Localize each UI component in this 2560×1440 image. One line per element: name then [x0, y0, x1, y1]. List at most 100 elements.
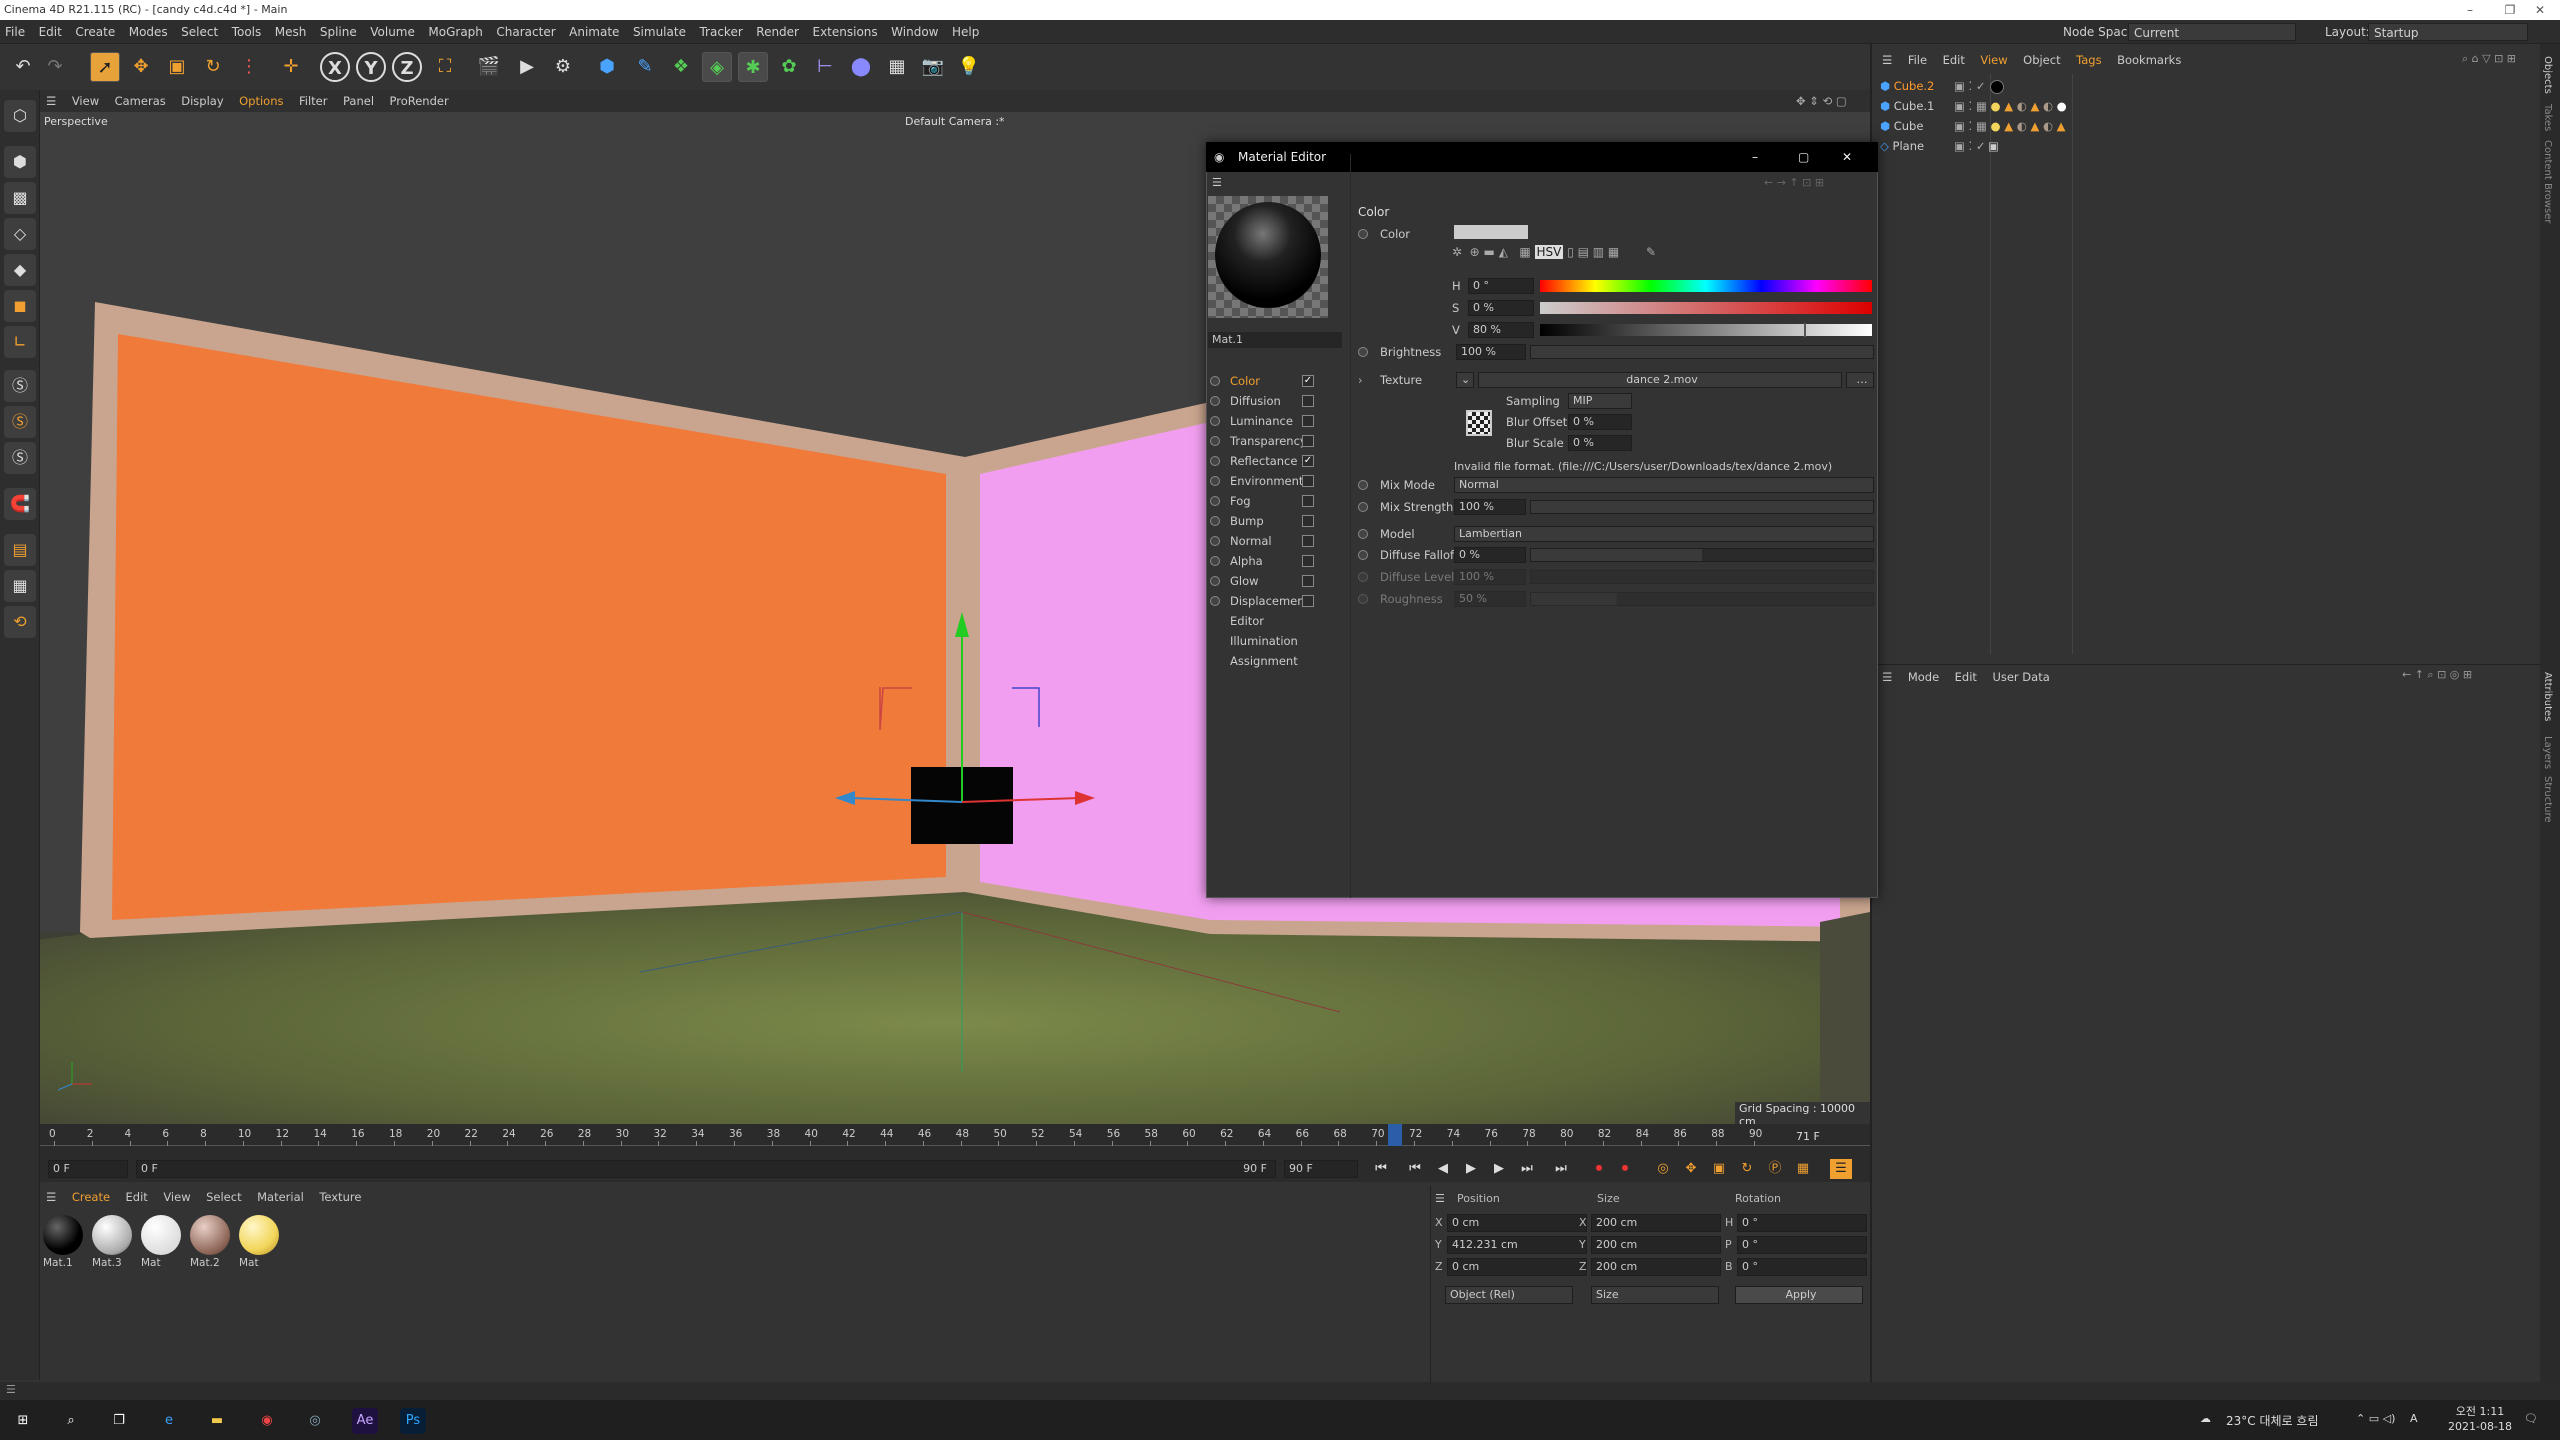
x-axis-toggle[interactable]: X	[320, 52, 350, 82]
viewport-menu-display[interactable]: Display	[175, 90, 229, 112]
attributes-menu-icon[interactable]: ☰	[1876, 667, 1898, 687]
start-icon[interactable]: ⊞	[10, 1408, 36, 1434]
deformer-icon[interactable]: ✱	[738, 52, 768, 82]
channel-displacement[interactable]: Displacement	[1210, 591, 1360, 611]
object-tags[interactable]: ▦ ● ▲ ◐ ▲ ◐ ▲	[1976, 116, 2066, 136]
clock-date[interactable]: 2021-08-18	[2430, 1420, 2530, 1433]
material-swatch[interactable]	[92, 1215, 132, 1255]
menu-mograph[interactable]: MoGraph	[423, 20, 488, 44]
render-region-icon[interactable]: 🎬	[474, 52, 504, 82]
material-name-field[interactable]: Mat.1	[1208, 332, 1342, 348]
attr-menu-edit[interactable]: Edit	[1949, 667, 1983, 687]
polygons-mode-icon[interactable]: ◼	[4, 290, 36, 322]
me-minimize-button[interactable]: –	[1752, 142, 1758, 172]
object-visibility-icons[interactable]: ▣ ⁚	[1954, 96, 1972, 116]
menu-mesh[interactable]: Mesh	[270, 20, 312, 44]
scene-icon[interactable]: ⬤	[846, 52, 876, 82]
brightness-slider[interactable]	[1530, 345, 1874, 359]
search-icon[interactable]: ⌕	[58, 1408, 84, 1434]
apply-button[interactable]: Apply	[1735, 1286, 1863, 1304]
goto-end-icon[interactable]: ⏭	[1550, 1159, 1572, 1179]
render-view-icon[interactable]: ▶	[512, 52, 542, 82]
menu-select[interactable]: Select	[176, 20, 223, 44]
pos-y-field[interactable]: 412.231 cm	[1447, 1236, 1587, 1254]
attr-menu-userdata[interactable]: User Data	[1986, 667, 2055, 687]
channel-transparency[interactable]: Transparency	[1210, 431, 1360, 451]
subdivision-icon[interactable]: ❖	[666, 52, 696, 82]
size-z-field[interactable]: 200 cm	[1591, 1258, 1721, 1276]
mix-mode-select[interactable]: Normal	[1454, 477, 1874, 493]
mix-strength-field[interactable]: 100 %	[1454, 499, 1526, 515]
channel-normal[interactable]: Normal	[1210, 531, 1360, 551]
lock-workplane-icon[interactable]: ⟲	[4, 606, 36, 638]
mograph-icon[interactable]: ✿	[774, 52, 804, 82]
obj-menu-file[interactable]: File	[1902, 50, 1933, 70]
channel-checkbox[interactable]: ✓	[1302, 455, 1314, 467]
me-close-button[interactable]: ✕	[1842, 142, 1852, 172]
menu-help[interactable]: Help	[947, 20, 984, 44]
chrome-icon[interactable]: ◉	[254, 1408, 280, 1434]
hue-slider[interactable]	[1540, 280, 1872, 292]
obj-menu-object[interactable]: Object	[2017, 50, 2066, 70]
channel-checkbox[interactable]: ✓	[1302, 375, 1314, 387]
saturation-slider[interactable]	[1540, 302, 1872, 314]
record-icon[interactable]: ⏺	[1588, 1159, 1610, 1179]
play-icon[interactable]: ▶	[1460, 1159, 1482, 1179]
goto-start-icon[interactable]: ⏮	[1370, 1159, 1392, 1179]
hue-field[interactable]: 0 °	[1468, 278, 1534, 294]
start-frame-field[interactable]: 0 F	[48, 1160, 128, 1178]
status-menu-icon[interactable]: ☰	[6, 1383, 16, 1396]
next-frame-icon[interactable]: ▶	[1488, 1159, 1510, 1179]
object-row-cube1[interactable]: ⬢ Cube.1 ▣ ⁚ ▦ ● ▲ ◐ ▲ ◐ ●	[1880, 96, 2520, 116]
saturation-field[interactable]: 0 %	[1468, 300, 1534, 316]
channel-glow[interactable]: Glow	[1210, 571, 1360, 591]
me-nav-icons[interactable]: ← → ↑ ⊡ ⊞	[1764, 176, 1824, 189]
z-axis-toggle[interactable]: Z	[392, 52, 422, 82]
channel-diffusion[interactable]: Diffusion	[1210, 391, 1360, 411]
menu-spline[interactable]: Spline	[315, 20, 362, 44]
after-effects-icon[interactable]: Ae	[352, 1408, 378, 1434]
color-picker-modes[interactable]: ✲ ⊕ ▬ ◭ ▦ HSV ▯ ▤ ▥ ▦ ✎	[1452, 245, 1802, 265]
grid-icon[interactable]: ▦	[4, 570, 36, 602]
blur-offset-field[interactable]: 0 %	[1568, 414, 1632, 430]
viewport-menu-filter[interactable]: Filter	[293, 90, 333, 112]
tab-objects[interactable]: Objects	[2542, 56, 2553, 94]
coordinate-system-icon[interactable]: ⛶	[430, 52, 460, 82]
timeline-playhead[interactable]	[1388, 1124, 1403, 1146]
file-explorer-icon[interactable]: ▬	[204, 1408, 230, 1434]
solo-off-icon[interactable]: Ⓢ	[4, 442, 36, 474]
tab-layers[interactable]: Layers	[2542, 736, 2553, 769]
attributes-nav-icons[interactable]: ← ↑ ⌕ ⊡ ◎ ⊞	[2402, 668, 2472, 682]
prev-key-icon[interactable]: ⏮	[1404, 1159, 1426, 1179]
mat-menu-texture[interactable]: Texture	[313, 1186, 367, 1208]
material-swatch[interactable]	[190, 1215, 230, 1255]
menu-volume[interactable]: Volume	[365, 20, 420, 44]
me-menu-icon[interactable]: ☰	[1212, 176, 1222, 189]
layout-select[interactable]: Startup	[2368, 23, 2528, 41]
channel-checkbox[interactable]	[1302, 395, 1314, 407]
channel-luminance[interactable]: Luminance	[1210, 411, 1360, 431]
viewport-menu-prorender[interactable]: ProRender	[384, 90, 455, 112]
workplane-icon[interactable]: ▤	[4, 534, 36, 566]
timeline-options-icon[interactable]: ☰	[1830, 1159, 1852, 1179]
object-visibility-icons[interactable]: ▣ ⁚	[1954, 116, 1972, 136]
texture-menu-button[interactable]: ⌄	[1456, 372, 1474, 388]
menu-extensions[interactable]: Extensions	[808, 20, 883, 44]
channel-bump[interactable]: Bump	[1210, 511, 1360, 531]
mat-menu-material[interactable]: Material	[251, 1186, 310, 1208]
mat-menu-create[interactable]: Create	[66, 1186, 116, 1208]
model-mode-icon[interactable]: ⬢	[4, 146, 36, 178]
channel-assignment[interactable]: Assignment	[1210, 651, 1360, 671]
texture-filename[interactable]: dance 2.mov	[1478, 372, 1842, 388]
material-swatch[interactable]	[239, 1215, 279, 1255]
system-tray-icons[interactable]: ⌃ ▭ ◁)	[2356, 1412, 2395, 1425]
attr-menu-mode[interactable]: Mode	[1902, 667, 1945, 687]
material-swatch[interactable]	[141, 1215, 181, 1255]
autokey-icon[interactable]: ⏺	[1614, 1159, 1636, 1179]
channel-checkbox[interactable]	[1302, 415, 1314, 427]
weather-icon[interactable]: ☁	[2200, 1412, 2211, 1425]
menu-animate[interactable]: Animate	[564, 20, 624, 44]
object-visibility-icons[interactable]: ▣ ⁚ ✓	[1954, 136, 1985, 156]
light-icon[interactable]: 💡	[954, 52, 984, 82]
diffuse-falloff-field[interactable]: 0 %	[1454, 547, 1526, 563]
